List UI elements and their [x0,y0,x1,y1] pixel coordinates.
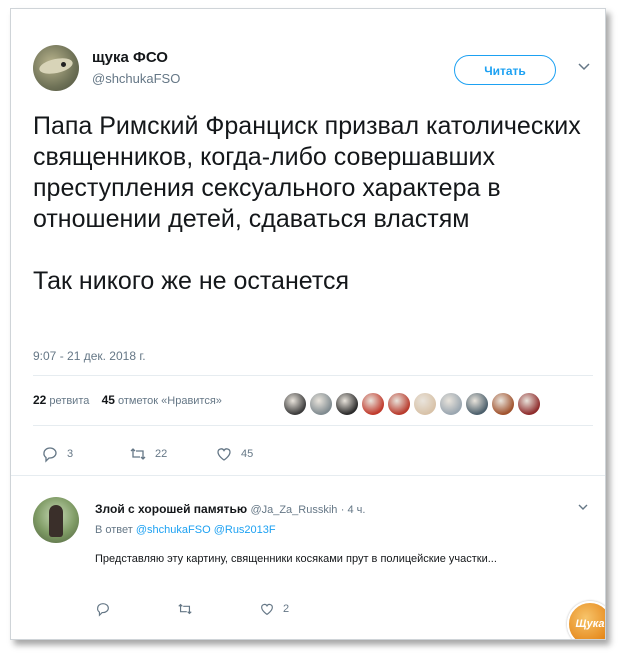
reply-time[interactable]: · 4 ч. [341,504,366,516]
reply-like-count: 2 [283,603,290,615]
reply-count: 3 [67,448,74,460]
mention-link[interactable]: @shchukaFSO [136,524,211,536]
reply-like-button[interactable]: 2 [259,601,289,617]
liker-avatar[interactable] [465,392,489,416]
retweets-label[interactable]: ретвита [49,395,89,407]
liker-avatar[interactable] [517,392,541,416]
reply-author-handle[interactable]: @Ja_Za_Russkih [250,504,337,516]
reply-author-avatar[interactable] [33,497,79,543]
reply-header: Злой с хорошей памятью @Ja_Za_Russkih · … [95,502,365,516]
tweet-paragraph: Так никого же не останется [33,267,350,295]
retweet-count: 22 [155,448,168,460]
author-handle[interactable]: @shchukaFSO [92,71,180,86]
reply-icon [97,603,109,617]
author-display-name[interactable]: щука ФСО [92,49,168,66]
like-button[interactable]: 45 [215,445,253,463]
in-reply-to: В ответ @shchukaFSO @Rus2013F [95,524,276,536]
liker-avatars [283,392,541,416]
divider [11,475,605,476]
retweets-count[interactable]: 22 [33,393,46,407]
reply-text: Представляю эту картину, священники кося… [95,553,497,565]
chevron-down-icon[interactable] [577,501,589,513]
heart-icon [261,603,273,616]
divider [33,425,593,426]
reply-icon [43,447,57,463]
liker-avatar[interactable] [361,392,385,416]
heart-icon [217,448,231,461]
tweet-actions: 3 22 45 [41,445,253,463]
tweet-paragraph: Папа Римский Франциск призвал католическ… [33,112,581,233]
liker-avatar[interactable] [491,392,515,416]
like-count: 45 [241,448,254,460]
reply-retweet-button[interactable] [177,601,259,617]
mention-link[interactable]: @Rus2013F [214,524,276,536]
retweet-icon [130,448,146,460]
liker-avatar[interactable] [387,392,411,416]
liker-avatar[interactable] [439,392,463,416]
tweet-text: Папа Римский Франциск призвал католическ… [33,111,593,297]
liker-avatar[interactable] [413,392,437,416]
retweet-icon [178,603,192,615]
reply-author-name[interactable]: Злой с хорошей памятью [95,502,247,516]
tweet-stats: 22 ретвита 45 отметок «Нравится» [33,393,222,407]
reply-button[interactable]: 3 [41,445,129,463]
watermark-logo: Щука [567,601,605,639]
retweet-button[interactable]: 22 [129,445,215,463]
divider [33,375,593,376]
reply-actions: 2 [95,601,289,617]
tweet-card: щука ФСО @shchukaFSO Читать Папа Римский… [10,8,606,640]
liker-avatar[interactable] [283,392,307,416]
likes-count[interactable]: 45 [102,393,115,407]
tweet-timestamp[interactable]: 9:07 - 21 дек. 2018 г. [33,349,146,363]
likes-label[interactable]: отметок «Нравится» [118,395,222,407]
liker-avatar[interactable] [335,392,359,416]
chevron-down-icon[interactable] [577,59,591,73]
reply-reply-button[interactable] [95,601,177,617]
in-reply-label: В ответ [95,524,133,536]
liker-avatar[interactable] [309,392,333,416]
follow-button[interactable]: Читать [454,55,556,85]
author-avatar[interactable] [33,45,79,91]
